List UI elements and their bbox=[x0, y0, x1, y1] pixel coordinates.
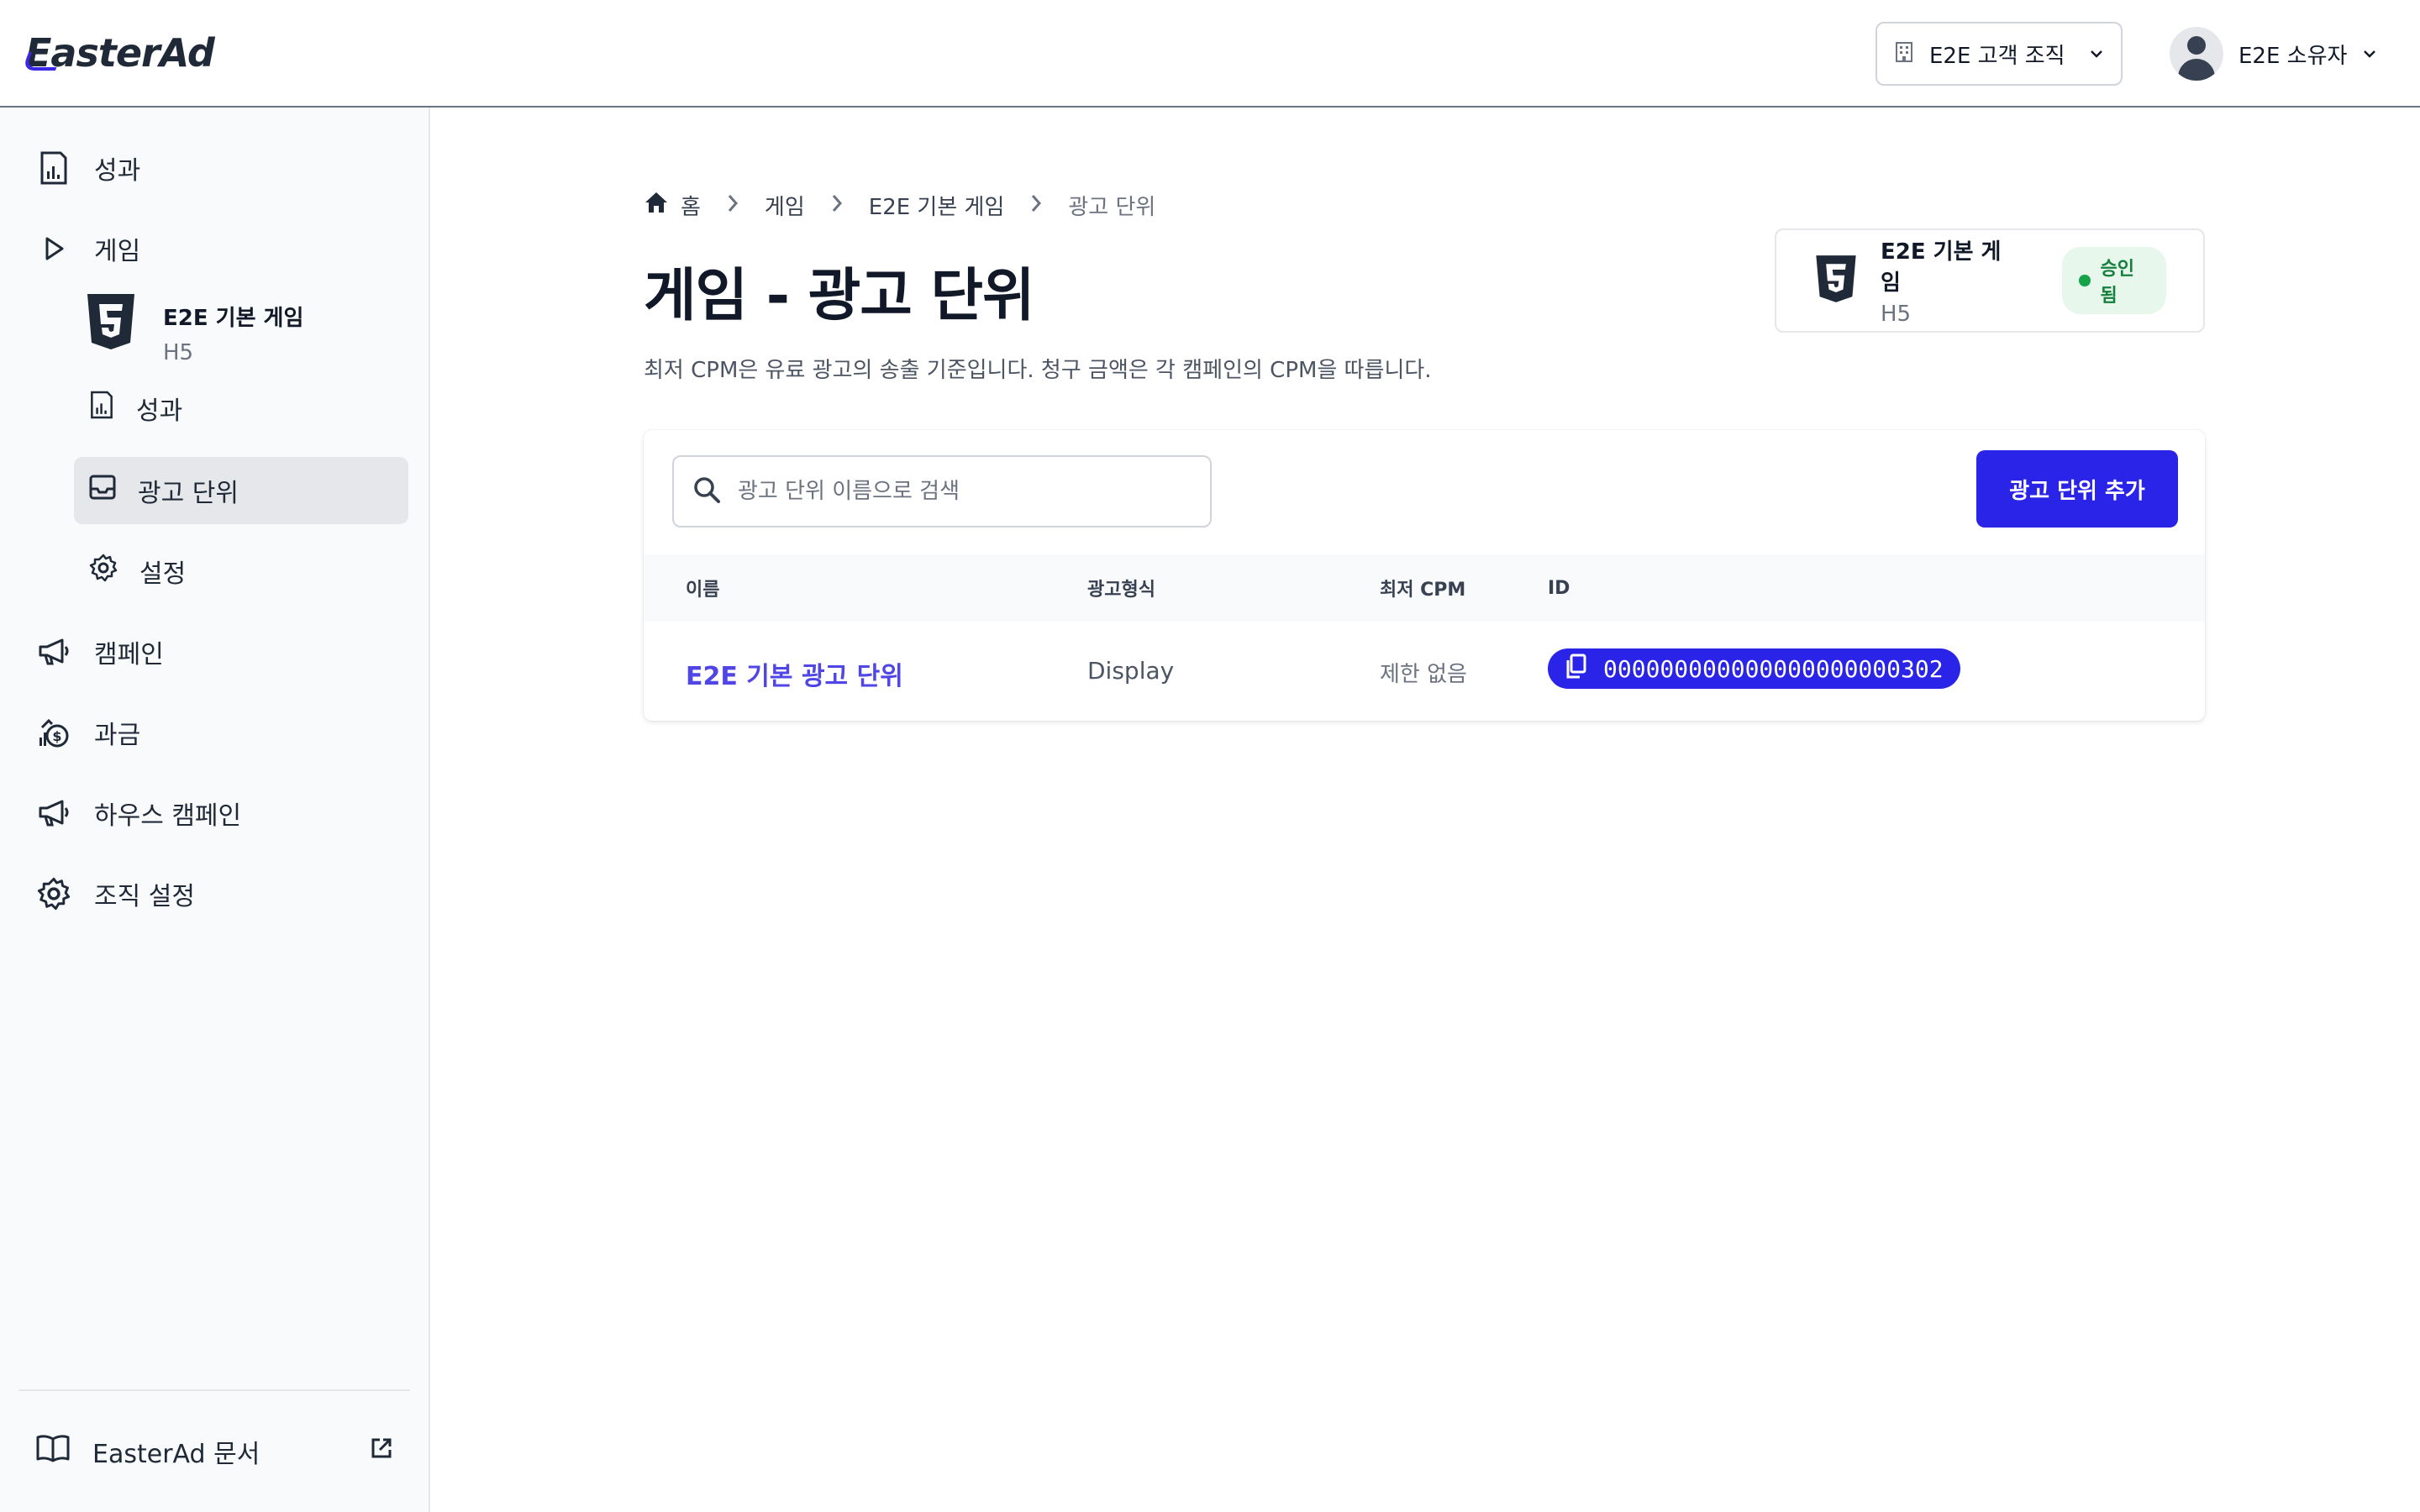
megaphone-icon bbox=[35, 633, 72, 670]
chevron-down-icon bbox=[2362, 46, 2377, 62]
user-name: E2E 소유자 bbox=[2238, 43, 2348, 69]
gear-icon bbox=[35, 875, 72, 912]
chevron-down-icon bbox=[2089, 46, 2104, 62]
sidebar-item-label: 조직 설정 bbox=[94, 882, 195, 911]
ad-unit-min-cpm: 제한 없음 bbox=[1380, 662, 1467, 687]
table-row: E2E 기본 광고 단위 Display 제한 없음 0000000000000… bbox=[644, 622, 2205, 721]
organization-selector[interactable]: E2E 고객 조직 bbox=[1876, 22, 2123, 86]
top-bar: EasterAd E2E 고객 조직 E2E 소유자 bbox=[0, 0, 2420, 108]
game-card-name: E2E 기본 게임 bbox=[1881, 239, 2002, 296]
megaphone-icon bbox=[35, 795, 72, 832]
sidebar-item-campaigns[interactable]: 캠페인 bbox=[18, 618, 181, 685]
sidebar-game-e2e[interactable]: E2E 기본 게임 H5 bbox=[84, 292, 303, 365]
report-chart-icon bbox=[89, 391, 114, 426]
billing-icon: $ bbox=[35, 714, 72, 751]
inbox-icon bbox=[89, 475, 116, 507]
svg-text:$: $ bbox=[52, 728, 61, 744]
search-input[interactable] bbox=[738, 479, 1192, 504]
breadcrumb: 홈 게임 E2E 기본 게임 광고 단위 bbox=[644, 190, 1155, 221]
copy-id-button[interactable]: 000000000000000000000302 bbox=[1548, 648, 1960, 689]
column-header-format: 광고형식 bbox=[1087, 580, 1155, 601]
status-badge: 승인됨 bbox=[2062, 247, 2166, 314]
ad-unit-format: Display bbox=[1087, 657, 1175, 685]
ad-unit-name-link[interactable]: E2E 기본 광고 단위 bbox=[686, 655, 903, 692]
game-name: E2E 기본 게임 bbox=[163, 306, 304, 331]
add-ad-unit-button[interactable]: 광고 단위 추가 bbox=[1976, 450, 2178, 528]
status-badge-label: 승인됨 bbox=[2100, 259, 2135, 307]
table-header: 이름 광고형식 최저 CPM ID bbox=[644, 554, 2205, 622]
report-chart-icon bbox=[35, 150, 72, 186]
home-icon bbox=[644, 191, 669, 220]
ad-unit-id: 000000000000000000000302 bbox=[1603, 654, 1944, 683]
page-title: 게임 - 광고 단위 bbox=[644, 263, 1035, 329]
html5-icon bbox=[1813, 253, 1859, 308]
ad-units-table-card: 광고 단위 추가 이름 광고형식 최저 CPM ID E2E 기본 광고 단위 … bbox=[644, 430, 2205, 721]
copy-icon bbox=[1565, 654, 1586, 685]
column-header-name: 이름 bbox=[686, 580, 720, 601]
breadcrumb-current: 광고 단위 bbox=[1068, 195, 1156, 220]
logo-mark-icon bbox=[21, 52, 63, 71]
chevron-right-icon bbox=[1029, 191, 1043, 220]
sidebar-item-performance[interactable]: 성과 bbox=[18, 134, 157, 202]
book-icon bbox=[35, 1434, 71, 1469]
breadcrumb-home-label: 홈 bbox=[681, 195, 701, 220]
breadcrumb-games[interactable]: 게임 bbox=[765, 190, 805, 221]
play-icon bbox=[35, 230, 72, 267]
sidebar-item-label: 캠페인 bbox=[94, 640, 164, 669]
breadcrumb-game[interactable]: E2E 기본 게임 bbox=[869, 190, 1005, 221]
sidebar-subitem-label: 설정 bbox=[139, 559, 187, 589]
sidebar-item-org-settings[interactable]: 조직 설정 bbox=[18, 860, 212, 927]
building-icon bbox=[1894, 41, 1914, 66]
sidebar-subitem-label: 성과 bbox=[136, 396, 183, 426]
sidebar-subitem-performance[interactable]: 성과 bbox=[74, 375, 408, 442]
sidebar-item-label: 과금 bbox=[94, 721, 141, 750]
docs-link[interactable]: EasterAd 문서 bbox=[18, 1418, 410, 1485]
sidebar: 성과 게임 E2E 기본 게임 H5 성과 광고 단위 설정 캠페인 $ 과금 … bbox=[0, 108, 430, 1512]
sidebar-divider bbox=[18, 1389, 410, 1391]
column-header-id: ID bbox=[1548, 577, 1570, 599]
html5-icon bbox=[84, 292, 138, 354]
sidebar-subitem-label: 광고 단위 bbox=[138, 479, 239, 508]
breadcrumb-home[interactable]: 홈 bbox=[644, 190, 701, 221]
chevron-right-icon bbox=[726, 191, 739, 220]
sidebar-item-label: 성과 bbox=[94, 156, 141, 186]
user-avatar-icon bbox=[2170, 27, 2223, 81]
sidebar-subitem-ad-units[interactable]: 광고 단위 bbox=[74, 457, 408, 524]
column-header-min-cpm: 최저 CPM bbox=[1380, 580, 1466, 601]
sidebar-item-games[interactable]: 게임 bbox=[18, 215, 157, 282]
gear-icon bbox=[89, 554, 118, 589]
organization-name: E2E 고객 조직 bbox=[1929, 43, 2065, 69]
sidebar-subitem-settings[interactable]: 설정 bbox=[74, 538, 408, 605]
sidebar-item-label: 게임 bbox=[94, 237, 141, 266]
external-link-icon bbox=[370, 1436, 393, 1467]
search-input-wrapper[interactable] bbox=[672, 455, 1212, 528]
easterad-logo[interactable]: EasterAd bbox=[21, 30, 215, 76]
game-platform: H5 bbox=[163, 340, 194, 365]
sidebar-item-house-campaigns[interactable]: 하우스 캠페인 bbox=[18, 780, 258, 847]
status-dot-icon bbox=[2079, 275, 2091, 286]
search-icon bbox=[692, 475, 721, 507]
sidebar-item-billing[interactable]: $ 과금 bbox=[18, 699, 157, 766]
sidebar-item-label: 하우스 캠페인 bbox=[94, 801, 242, 831]
page-description: 최저 CPM은 유료 광고의 송출 기준입니다. 청구 금액은 각 캠페인의 C… bbox=[644, 358, 1432, 383]
chevron-right-icon bbox=[830, 191, 844, 220]
user-menu[interactable]: E2E 소유자 bbox=[2170, 25, 2377, 82]
docs-link-label: EasterAd 문서 bbox=[92, 1440, 260, 1469]
game-summary-card: E2E 기본 게임 H5 승인됨 bbox=[1775, 228, 2205, 333]
game-card-platform: H5 bbox=[1881, 302, 1912, 327]
